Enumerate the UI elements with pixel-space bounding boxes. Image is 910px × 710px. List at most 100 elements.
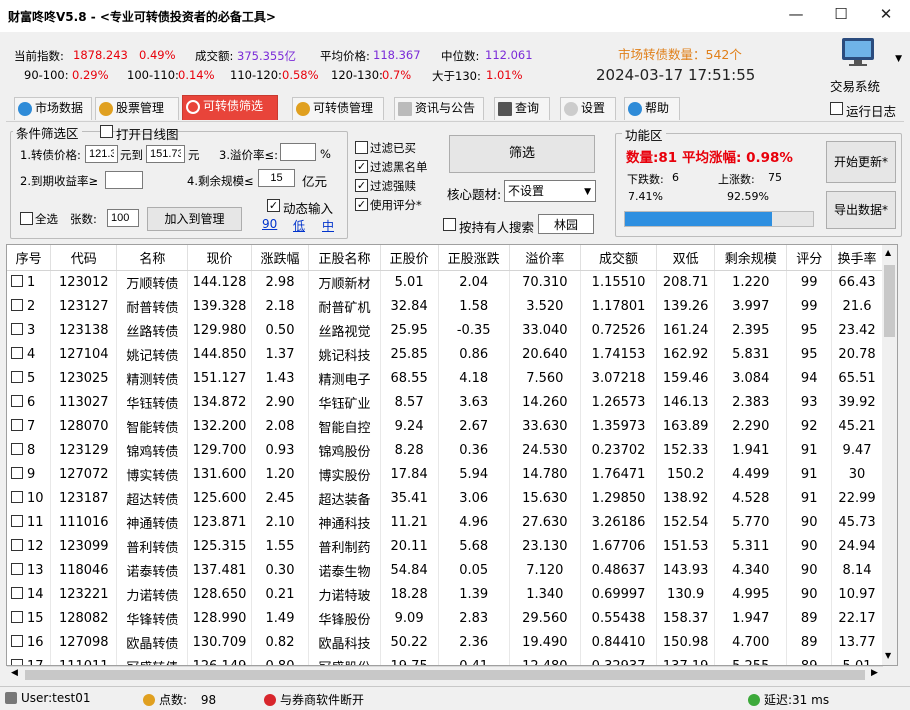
- column-header[interactable]: 评分: [786, 245, 833, 271]
- column-header[interactable]: 剩余规模: [714, 245, 788, 271]
- row-checkbox[interactable]: [11, 562, 23, 575]
- row-checkbox[interactable]: [11, 322, 23, 335]
- row-checkbox[interactable]: [11, 658, 23, 665]
- column-header[interactable]: 名称: [116, 245, 189, 271]
- scroll-up-icon[interactable]: ▲: [885, 248, 891, 257]
- column-header[interactable]: 正股涨跌: [438, 245, 510, 271]
- maximize-button[interactable]: ☐: [819, 2, 863, 28]
- range-value-4: 0.7%: [382, 68, 412, 82]
- table-row[interactable]: 10 123187 超达转债 125.600 2.45 超达装备 35.41 3.06 15.6…: [7, 486, 883, 510]
- scroll-left-icon[interactable]: ◀: [11, 668, 18, 678]
- filter-forced-checkbox[interactable]: ✓: [355, 179, 368, 192]
- tab-market-data[interactable]: 市场数据: [14, 97, 92, 120]
- table-row[interactable]: 12 123099 普利转债 125.315 1.55 普利制药 20.11 5.68 23.1…: [7, 534, 883, 558]
- holder-input[interactable]: [538, 214, 594, 234]
- price-max-input[interactable]: [146, 145, 185, 163]
- row-checkbox[interactable]: [11, 586, 23, 599]
- table-row[interactable]: 5 123025 精测转债 151.127 1.43 精测电子 68.55 4.18 7.560…: [7, 366, 883, 390]
- row-checkbox[interactable]: [11, 466, 23, 479]
- row-checkbox[interactable]: [11, 634, 23, 647]
- tab-bond-filter[interactable]: 可转债筛选: [182, 95, 278, 120]
- column-header[interactable]: 正股名称: [308, 245, 381, 271]
- scroll-down-icon[interactable]: ▼: [885, 651, 891, 660]
- row-checkbox[interactable]: [11, 442, 23, 455]
- table-row[interactable]: 4 127104 姚记转债 144.850 1.37 姚记科技 25.85 0.86 20.64…: [7, 342, 883, 366]
- column-header[interactable]: 成交额: [580, 245, 658, 271]
- ytm-input[interactable]: [105, 171, 143, 189]
- filter-button[interactable]: 筛选: [449, 135, 595, 173]
- open-line-chart-checkbox[interactable]: [100, 125, 113, 138]
- scroll-right-icon[interactable]: ▶: [871, 668, 878, 678]
- table-row[interactable]: 16 127098 欧晶转债 130.709 0.82 欧晶科技 50.22 2.36 19.4…: [7, 630, 883, 654]
- close-button[interactable]: ✕: [864, 2, 908, 28]
- column-header[interactable]: 正股价: [380, 245, 439, 271]
- column-header[interactable]: 现价: [187, 245, 252, 271]
- table-cell: 精测电子: [308, 366, 381, 390]
- table-cell: 91: [786, 486, 833, 510]
- row-checkbox[interactable]: [11, 346, 23, 359]
- premium-input[interactable]: [280, 143, 316, 161]
- row-checkbox[interactable]: [11, 538, 23, 551]
- dynamic-input-checkbox[interactable]: ✓: [267, 199, 280, 212]
- row-checkbox[interactable]: [11, 394, 23, 407]
- link-mid[interactable]: 中: [322, 217, 334, 234]
- tab-bond-management[interactable]: 可转债管理: [292, 97, 384, 120]
- row-checkbox[interactable]: [11, 418, 23, 431]
- price-min-input[interactable]: [85, 145, 118, 163]
- row-checkbox[interactable]: [11, 610, 23, 623]
- hscroll-thumb[interactable]: [25, 670, 865, 680]
- tab-settings[interactable]: 设置: [560, 97, 616, 120]
- filter-bought-checkbox[interactable]: [355, 141, 368, 154]
- row-checkbox[interactable]: [11, 514, 23, 527]
- table-cell: 欧晶转债: [116, 630, 189, 654]
- table-row[interactable]: 11 111016 神通转债 123.871 2.10 神通科技 11.21 4.96 27.6…: [7, 510, 883, 534]
- column-header[interactable]: 溢价率: [509, 245, 581, 271]
- table-row[interactable]: 3 123138 丝路转债 129.980 0.50 丝路视觉 25.95 -0.35 33.0…: [7, 318, 883, 342]
- row-checkbox[interactable]: [11, 370, 23, 383]
- use-score-checkbox[interactable]: ✓: [355, 198, 368, 211]
- filter-blacklist-checkbox[interactable]: ✓: [355, 160, 368, 173]
- vertical-scrollbar[interactable]: ▲ ▼: [882, 245, 897, 665]
- start-update-button[interactable]: 开始更新*: [826, 141, 896, 183]
- tab-news[interactable]: 资讯与公告: [394, 97, 484, 120]
- tab-query[interactable]: 查询: [494, 97, 550, 120]
- table-row[interactable]: 17 111011冠盛转债126.1490.80冠盛股份19.750.4112.4…: [7, 654, 883, 665]
- table-cell: 151.127: [187, 366, 252, 390]
- tab-help[interactable]: 帮助: [624, 97, 680, 120]
- column-header[interactable]: 涨跌幅: [251, 245, 310, 271]
- tab-stock-management[interactable]: 股票管理: [95, 97, 179, 120]
- row-checkbox[interactable]: [11, 274, 23, 287]
- table-row[interactable]: 6 113027 华钰转债 134.872 2.90 华钰矿业 8.57 3.63 14.260…: [7, 390, 883, 414]
- table-cell: 45.73: [831, 510, 883, 534]
- select-all-checkbox[interactable]: [20, 212, 33, 225]
- scroll-thumb[interactable]: [884, 265, 895, 337]
- run-log-checkbox[interactable]: [830, 102, 843, 115]
- horizontal-scrollbar[interactable]: ◀ ▶: [7, 666, 883, 682]
- table-row[interactable]: 14 123221 力诺转债 128.650 0.21 力诺特玻 18.28 1.39 1.34…: [7, 582, 883, 606]
- minimize-button[interactable]: —: [774, 2, 818, 28]
- link-low[interactable]: 低: [293, 217, 305, 234]
- column-header[interactable]: 双低: [656, 245, 716, 271]
- count-input[interactable]: [107, 209, 139, 227]
- row-checkbox[interactable]: [11, 298, 23, 311]
- add-to-management-button[interactable]: 加入到管理: [147, 207, 242, 231]
- tab-label: 市场数据: [35, 101, 84, 115]
- export-data-button[interactable]: 导出数据*: [826, 191, 896, 229]
- table-row[interactable]: 13 118046 诺泰转债 137.481 0.30 诺泰生物 54.84 0.05 7.12…: [7, 558, 883, 582]
- column-header[interactable]: 代码: [50, 245, 118, 271]
- table-row[interactable]: 2 123127 耐普转债 139.328 2.18 耐普矿机 32.84 1.58 3.520…: [7, 294, 883, 318]
- column-header[interactable]: 序号: [7, 245, 52, 271]
- table-cell: 5.68: [438, 534, 510, 558]
- row-checkbox[interactable]: [11, 490, 23, 503]
- trade-system-button[interactable]: ▼ 交易系统: [818, 34, 904, 94]
- size-input[interactable]: [258, 169, 295, 187]
- table-row[interactable]: 7 128070 智能转债 132.200 2.08 智能自控 9.24 2.67 33.630…: [7, 414, 883, 438]
- core-theme-select[interactable]: 不设置 ▼: [504, 180, 596, 202]
- holder-search-checkbox[interactable]: [443, 218, 456, 231]
- table-row[interactable]: 1 123012 万顺转债 144.128 2.98 万顺新材 5.01 2.04 70.310…: [7, 270, 883, 294]
- link-90[interactable]: 90: [262, 217, 277, 231]
- table-row[interactable]: 8 123129 锦鸡转债 129.700 0.93 锦鸡股份 8.28 0.36 24.530…: [7, 438, 883, 462]
- column-header[interactable]: 换手率: [831, 245, 883, 271]
- table-row[interactable]: 9 127072 博实转债 131.600 1.20 博实股份 17.84 5.94 14.78…: [7, 462, 883, 486]
- table-row[interactable]: 15 128082 华锋转债 128.990 1.49 华锋股份 9.09 2.83 29.56…: [7, 606, 883, 630]
